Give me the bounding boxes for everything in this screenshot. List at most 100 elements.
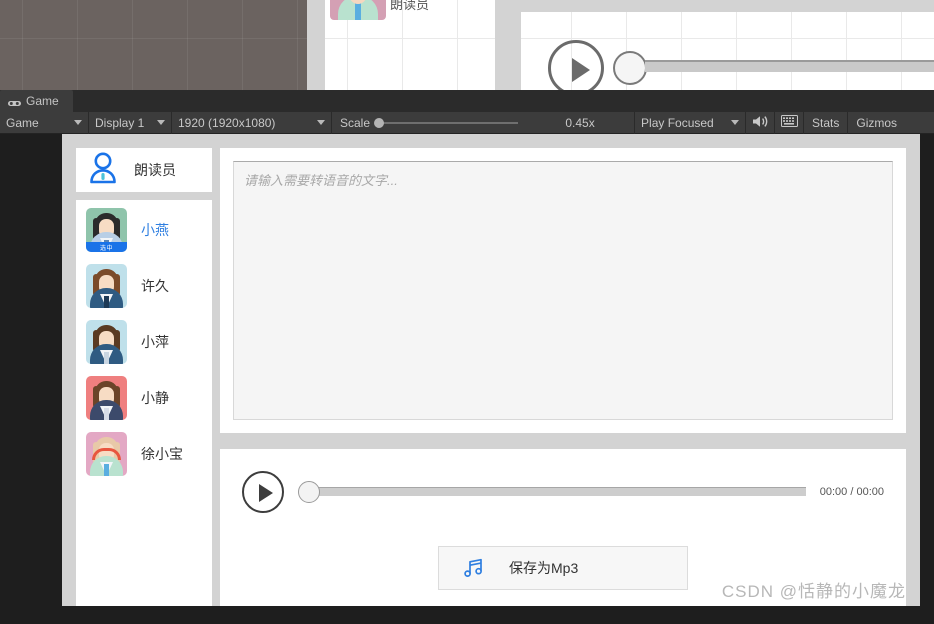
voice-sidebar: 朗读员 选中 小燕许久小萍小静徐小宝: [76, 148, 212, 606]
chevron-down-icon: [157, 120, 165, 125]
watermark: CSDN @恬静的小魔龙: [721, 582, 906, 601]
scale-slider[interactable]: Scale: [332, 112, 526, 134]
view-dropdown[interactable]: Game: [0, 112, 88, 134]
seek-slider-knob[interactable]: [298, 480, 320, 503]
editor-tabbar: Game: [0, 90, 934, 112]
resolution-dropdown[interactable]: 1920 (1920x1080): [172, 112, 331, 134]
scene-gridline: [297, 0, 298, 90]
stats-button[interactable]: Stats: [804, 112, 847, 134]
scene-gridline: [402, 0, 403, 90]
main-column: 00:00 / 00:00: [220, 148, 906, 606]
scene-gridline: [325, 38, 495, 39]
scale-slider-knob[interactable]: [374, 117, 385, 128]
play-mode-dropdown[interactable]: Play Focused: [635, 112, 745, 134]
voice-name: 小燕: [141, 222, 169, 238]
time-display: 00:00 / 00:00: [819, 485, 884, 498]
play-mode-label: Play Focused: [641, 115, 714, 130]
scene-gridline: [132, 0, 133, 90]
person-outline-icon: [86, 152, 120, 189]
avatar: [86, 376, 127, 420]
scene-gridline: [521, 38, 934, 39]
scene-gridline: [242, 0, 243, 90]
voice-list-item[interactable]: 小萍: [76, 314, 212, 370]
voice-name: 许久: [141, 278, 169, 294]
music-note-icon: [439, 557, 509, 579]
scale-label: Scale: [340, 115, 371, 130]
scene-seek-knob: [613, 51, 647, 85]
text-input[interactable]: [233, 161, 893, 420]
display-dropdown-label: Display 1: [95, 115, 145, 130]
scale-value: 0.45x: [565, 115, 595, 130]
scene-partial-label: 朗读员: [390, 0, 430, 12]
voice-name: 小静: [141, 390, 169, 406]
sidebar-divider: [76, 192, 212, 200]
scene-gridline: [22, 0, 23, 90]
scene-avatar: [330, 0, 386, 20]
avatar-tie: [104, 464, 109, 476]
avatar: [86, 264, 127, 308]
avatar-tie: [104, 296, 109, 308]
headphones-icon: [92, 448, 121, 460]
screen-root: 朗读员 Game Game Display 1 1920 (1920x1080)…: [0, 0, 934, 624]
avatar: [86, 320, 127, 364]
tab-game-label: Game: [26, 94, 59, 108]
avatar-tie: [104, 408, 109, 420]
save-mp3-button[interactable]: 保存为Mp3: [438, 545, 688, 590]
gizmos-button[interactable]: Gizmos: [848, 112, 905, 134]
scene-gridline: [846, 0, 847, 90]
mute-audio-button[interactable]: [746, 112, 774, 134]
chevron-down-icon: [74, 120, 82, 125]
gamepad-icon: [8, 97, 21, 106]
voice-name: 小萍: [141, 334, 169, 350]
chevron-down-icon: [317, 120, 325, 125]
scene-play-button: [548, 40, 604, 94]
view-dropdown-label: Game: [6, 115, 39, 130]
play-button[interactable]: [242, 470, 284, 513]
unity-editor: Game Game Display 1 1920 (1920x1080) Sca…: [0, 90, 934, 624]
game-view-toolbar: Game Display 1 1920 (1920x1080) Scale 0.…: [0, 111, 934, 134]
save-mp3-label: 保存为Mp3: [509, 559, 579, 576]
scene-gridline: [187, 0, 188, 90]
speaker-icon: [752, 115, 769, 131]
avatar-tie: [104, 352, 109, 364]
voice-list-item[interactable]: 选中 小燕: [76, 202, 212, 258]
scene-panel-gap: [495, 0, 521, 90]
tab-game[interactable]: Game: [0, 90, 73, 112]
text-input-card: [220, 148, 906, 433]
reader-header[interactable]: 朗读员: [76, 148, 212, 192]
scene-gridline: [457, 0, 458, 90]
avatar: 选中: [86, 208, 127, 252]
scene-gridline: [77, 0, 78, 90]
scene-panel-gap: [307, 0, 325, 90]
voice-list-item[interactable]: 许久: [76, 258, 212, 314]
resolution-dropdown-label: 1920 (1920x1080): [178, 115, 276, 130]
tts-app: 朗读员 选中 小燕 许久 小萍 小静 徐小宝 请输入需要转语音的文字... 00…: [62, 134, 920, 606]
scene-top-band: [521, 0, 934, 12]
display-dropdown[interactable]: Display 1: [89, 112, 171, 134]
seek-slider[interactable]: [298, 480, 806, 503]
scene-gridline: [681, 0, 682, 90]
avatar: [86, 432, 127, 476]
scale-slider-track[interactable]: [374, 117, 519, 128]
play-icon: [572, 58, 590, 82]
aspect-toggle-button[interactable]: [775, 112, 803, 134]
scene-view-background: 朗读员: [0, 0, 934, 94]
scene-seek-track: [645, 60, 934, 72]
voice-list: 选中 小燕许久小萍小静徐小宝: [76, 200, 212, 606]
scene-grey-area: [0, 0, 307, 90]
scene-gridline: [791, 0, 792, 90]
scene-gridline: [736, 0, 737, 90]
reader-header-label: 朗读员: [134, 162, 176, 178]
voice-list-item[interactable]: 小静: [76, 370, 212, 426]
game-viewport: 朗读员 选中 小燕 许久 小萍 小静 徐小宝 请输入需要转语音的文字... 00…: [62, 134, 920, 612]
scene-gridline: [0, 38, 307, 39]
grid-icon: [780, 115, 798, 130]
voice-list-item[interactable]: 徐小宝: [76, 426, 212, 482]
player-controls: 00:00 / 00:00: [242, 470, 884, 513]
seek-slider-track[interactable]: [318, 487, 806, 497]
play-icon: [259, 483, 273, 502]
selected-badge: 选中: [86, 242, 127, 252]
chevron-down-icon: [731, 120, 740, 125]
editor-bottom-strip: [0, 612, 934, 624]
voice-name: 徐小宝: [141, 446, 183, 462]
